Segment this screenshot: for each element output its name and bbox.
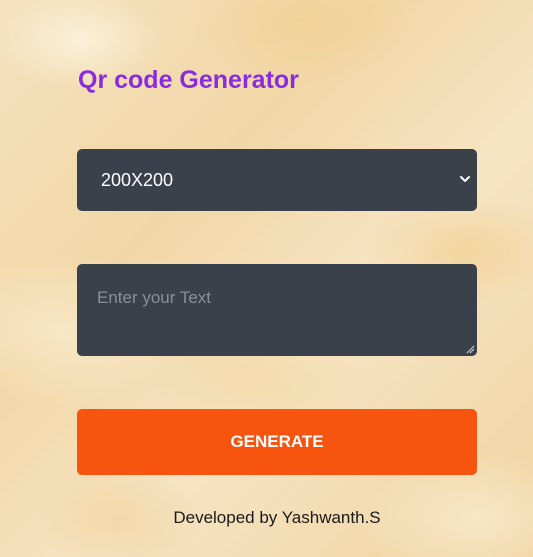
size-select-value: 200X200 xyxy=(101,170,174,190)
footer-credit: Developed by Yashwanth.S xyxy=(173,508,381,527)
page-title: Qr code Generator xyxy=(78,66,299,94)
size-select[interactable]: 200X200 xyxy=(77,149,477,211)
resize-grip-icon[interactable] xyxy=(466,345,475,354)
text-input[interactable]: Enter your Text xyxy=(77,264,477,356)
text-input-placeholder: Enter your Text xyxy=(97,288,212,307)
generate-button[interactable]: GENERATE xyxy=(77,409,477,475)
chevron-down-icon xyxy=(460,176,470,182)
